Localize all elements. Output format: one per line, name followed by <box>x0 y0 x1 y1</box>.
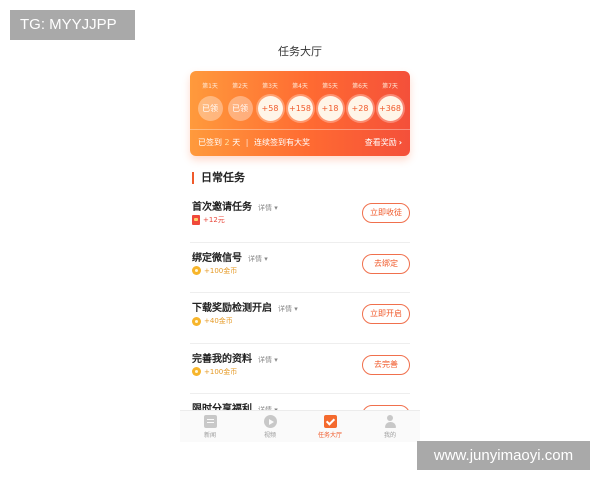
task-row: 绑定微信号 详情 ▾ +100金币 去绑定 <box>190 243 410 293</box>
task-reward-text: +12元 <box>203 216 225 224</box>
task-row: 完善我的资料 详情 ▾ +100金币 去完善 <box>190 344 410 394</box>
day-label-3: 第3天 <box>262 83 278 90</box>
task-detail-link[interactable]: 详情 ▾ <box>278 305 298 313</box>
tab-label: 视频 <box>263 432 276 439</box>
tab-profile[interactable]: 我的 <box>360 411 420 442</box>
task-reward-text: +40金币 <box>204 317 233 325</box>
task-title: 完善我的资料 <box>192 353 252 365</box>
sign-in-footer: 已签到 2 天 | 连续签到有大奖 查看奖励 › <box>190 129 410 156</box>
bottom-tab-bar: 新闻 视频 任务大厅 我的 <box>180 410 420 442</box>
watermark-top-left: TG: MYYJJPP <box>10 10 135 40</box>
day-circles: 已领 已领 +58 +158 +18 +28 +368 <box>190 96 410 122</box>
tab-task-hall[interactable]: 任务大厅 <box>300 411 360 442</box>
day-label-1: 第1天 <box>202 83 218 90</box>
signed-prefix: 已签到 <box>198 138 222 147</box>
app-screen: 任务大厅 第1天 第2天 第3天 第4天 第5天 第6天 第7天 已领 已领 +… <box>180 30 420 442</box>
view-rewards-label: 查看奖励 <box>364 138 397 147</box>
day-label-7: 第7天 <box>382 83 398 90</box>
watermark-bottom-right: www.junyimaoyi.com <box>417 441 590 470</box>
complete-profile-button[interactable]: 去完善 <box>362 354 410 375</box>
sign-in-status: 已签到 2 天 | 连续签到有大奖 <box>198 137 310 148</box>
task-detail-label: 详情 <box>258 204 272 212</box>
task-title: 首次邀请任务 <box>192 202 252 213</box>
task-detail-link[interactable]: 详情 ▾ <box>258 204 278 212</box>
day-circle-5[interactable]: +18 <box>317 96 343 121</box>
day-label-4: 第4天 <box>292 83 308 90</box>
task-detail-label: 详情 <box>258 355 272 364</box>
task-reward-text: +100金币 <box>204 266 238 275</box>
status-separator: | <box>245 138 249 147</box>
section-title: 日常任务 <box>192 172 245 184</box>
tab-video[interactable]: 视频 <box>240 411 300 442</box>
streak-text: 连续签到有大奖 <box>253 138 310 147</box>
coin-icon <box>192 266 201 275</box>
task-icon <box>323 415 337 428</box>
day-circle-4[interactable]: +158 <box>287 96 313 121</box>
task-name: 下载奖励检测开启 详情 ▾ <box>192 299 298 314</box>
enable-download-button[interactable]: 立即开启 <box>362 304 410 324</box>
day-circle-1: 已领 <box>197 96 223 121</box>
task-name: 绑定微信号 详情 ▾ <box>192 249 268 264</box>
tab-label: 任务大厅 <box>317 432 342 439</box>
day-circle-3[interactable]: +58 <box>257 96 283 121</box>
day-label-5: 第5天 <box>322 83 338 90</box>
page-title: 任务大厅 <box>278 45 322 58</box>
task-detail-link[interactable]: 详情 ▾ <box>248 255 268 263</box>
day-circle-6[interactable]: +28 <box>347 96 373 121</box>
task-detail-label: 详情 <box>248 254 262 263</box>
red-envelope-icon <box>192 215 200 225</box>
news-icon <box>203 415 217 428</box>
task-reward: +40金币 <box>192 316 233 327</box>
coin-icon <box>192 367 201 376</box>
view-rewards-link[interactable]: 查看奖励 › <box>365 137 402 148</box>
video-icon <box>263 415 277 428</box>
signed-suffix: 天 <box>232 138 241 147</box>
day-circle-2: 已领 <box>227 96 253 121</box>
task-row: 下载奖励检测开启 详情 ▾ +40金币 立即开启 <box>190 293 410 344</box>
task-row: 首次邀请任务 详情 ▾ +12元 立即收徒 <box>190 192 410 243</box>
task-detail-link[interactable]: 详情 ▾ <box>258 356 278 364</box>
signed-count: 2 <box>224 138 230 147</box>
task-list: 首次邀请任务 详情 ▾ +12元 立即收徒 绑定微信号 详情 ▾ +100金币 去绑… <box>180 192 420 442</box>
task-name: 完善我的资料 详情 ▾ <box>192 350 278 365</box>
task-reward: +100金币 <box>192 367 237 378</box>
sign-in-card: 第1天 第2天 第3天 第4天 第5天 第6天 第7天 已领 已领 +58 +1… <box>190 71 410 156</box>
tab-label: 我的 <box>383 432 396 439</box>
task-title: 绑定微信号 <box>192 252 242 264</box>
tab-label: 新闻 <box>203 432 216 439</box>
task-title: 下载奖励检测开启 <box>192 303 272 314</box>
day-label-6: 第6天 <box>352 83 368 90</box>
tab-news[interactable]: 新闻 <box>180 411 240 442</box>
day-circle-7[interactable]: +368 <box>377 96 403 121</box>
task-name: 首次邀请任务 详情 ▾ <box>192 198 278 213</box>
bind-wechat-button[interactable]: 去绑定 <box>362 253 410 274</box>
task-detail-label: 详情 <box>278 305 292 313</box>
chevron-right-icon: › <box>398 138 402 147</box>
day-label-2: 第2天 <box>232 83 248 90</box>
day-labels: 第1天 第2天 第3天 第4天 第5天 第6天 第7天 <box>190 81 410 93</box>
invite-button[interactable]: 立即收徒 <box>362 203 410 223</box>
task-reward: +12元 <box>192 215 225 226</box>
task-reward-text: +100金币 <box>204 367 238 376</box>
profile-icon <box>384 415 397 428</box>
task-reward: +100金币 <box>192 266 237 277</box>
coin-icon <box>192 316 201 326</box>
